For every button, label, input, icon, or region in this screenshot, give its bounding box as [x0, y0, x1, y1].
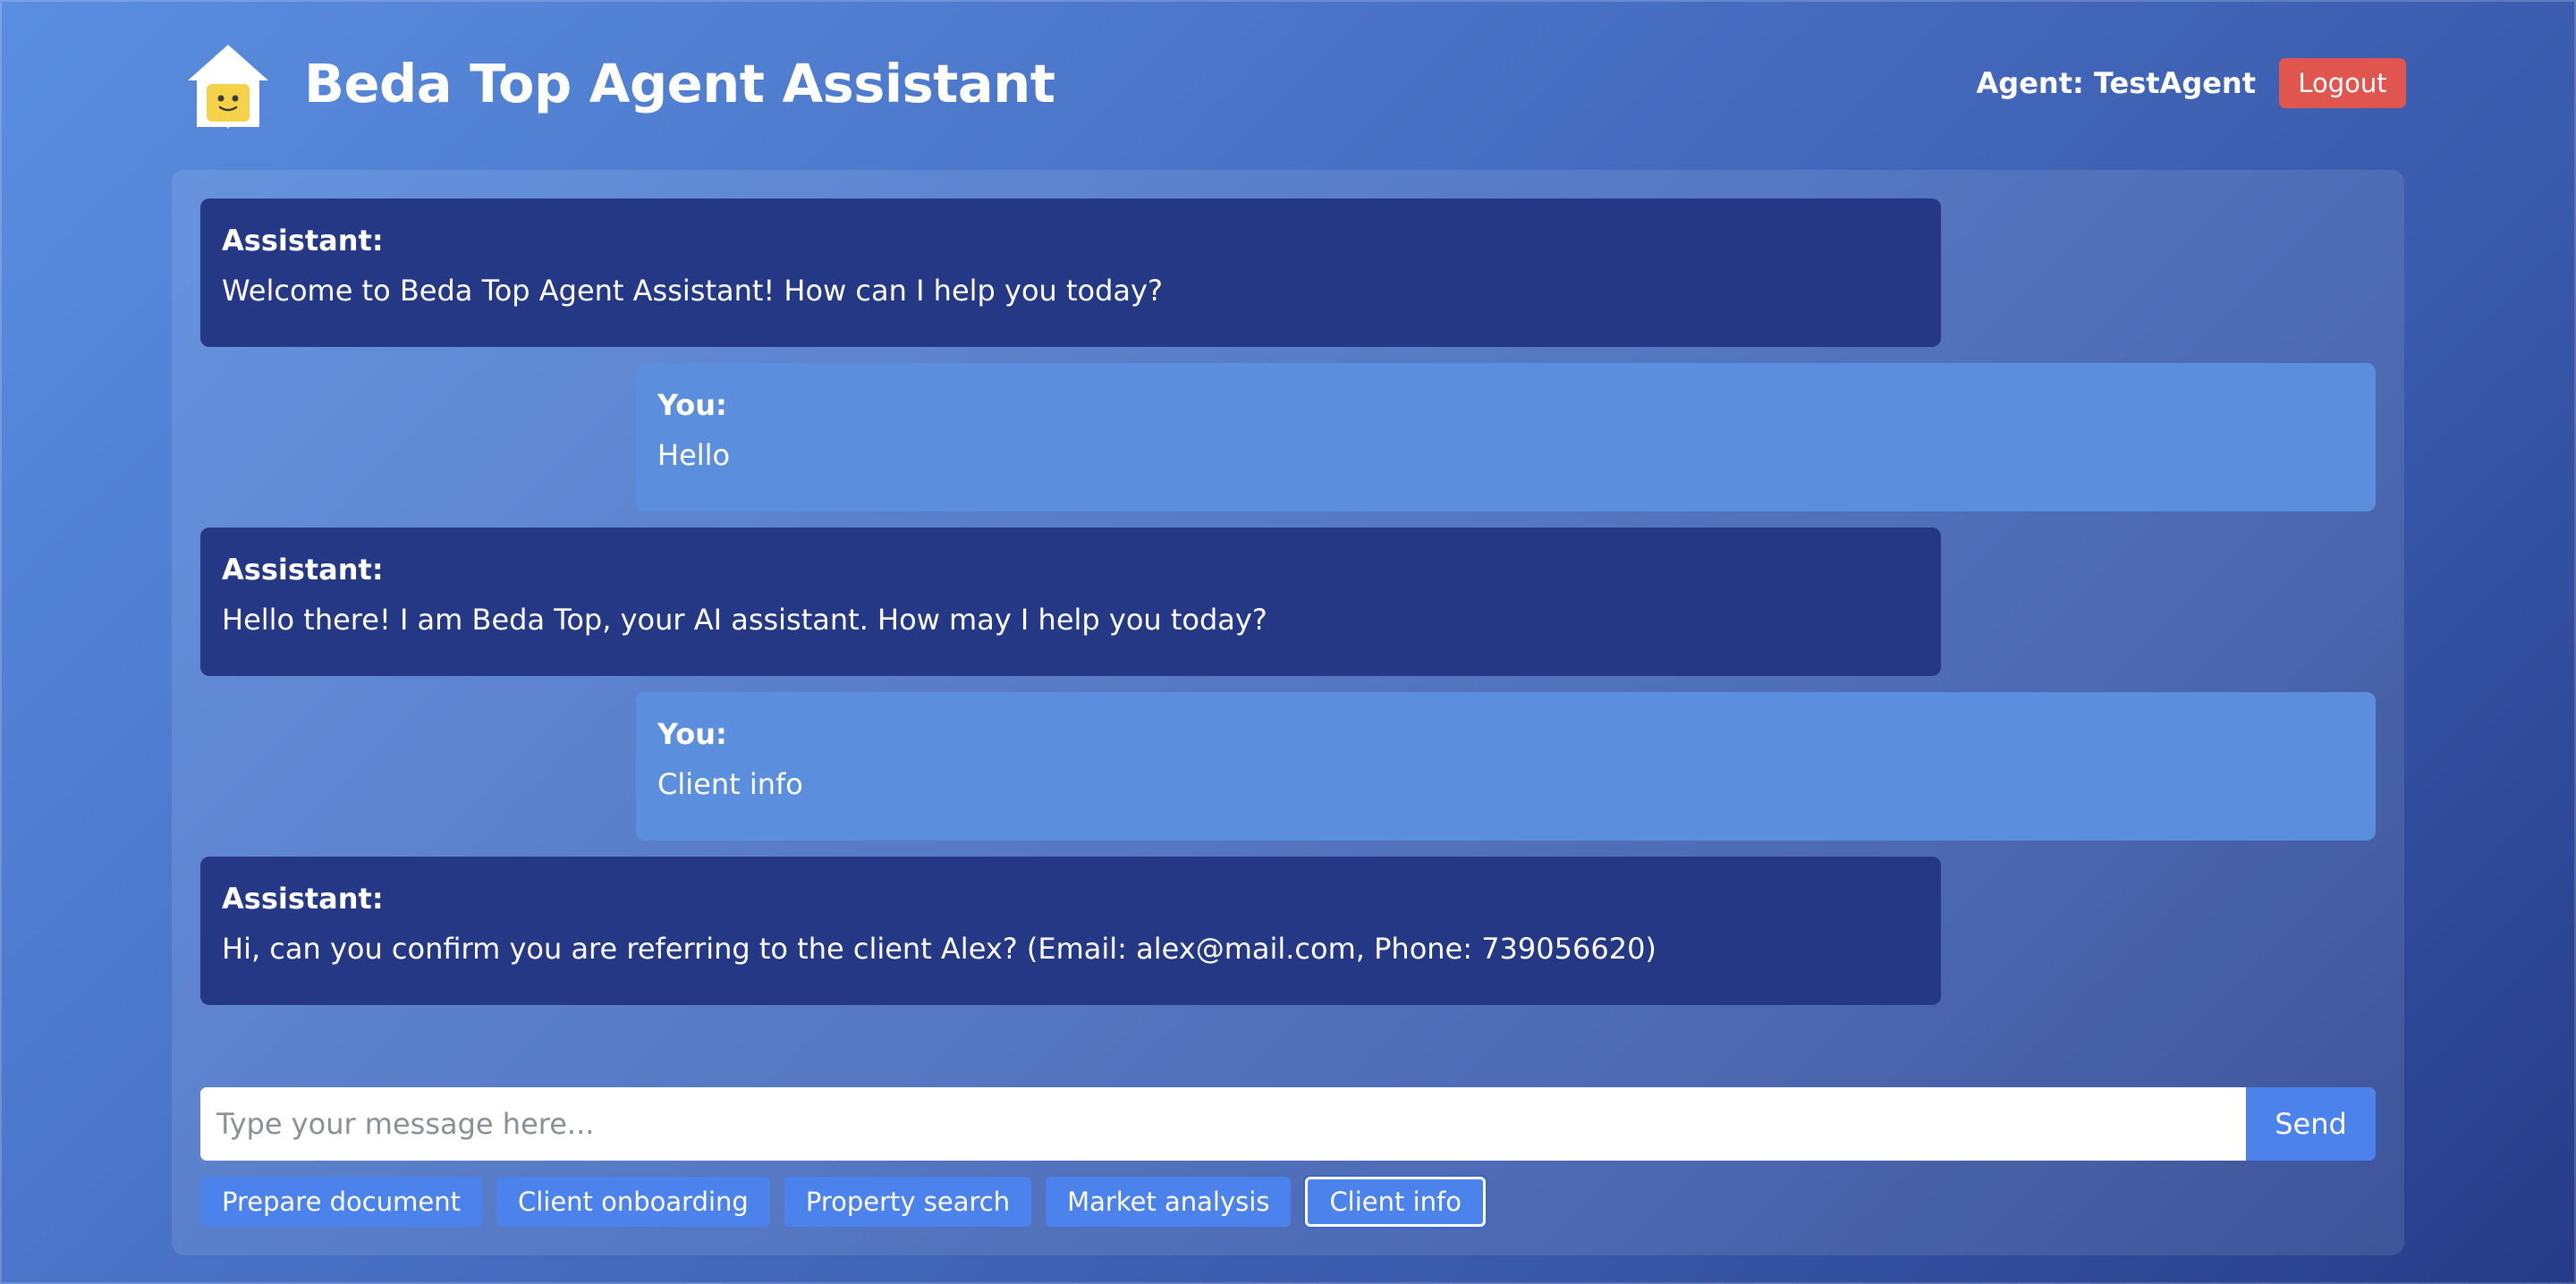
- message-text: Hi, can you confirm you are referring to…: [222, 932, 1657, 966]
- message-text: Welcome to Beda Top Agent Assistant! How…: [222, 274, 1163, 308]
- quick-action-client-info[interactable]: Client info: [1305, 1177, 1487, 1227]
- message-text: Hello: [657, 438, 731, 472]
- quick-action-client-onboarding[interactable]: Client onboarding: [496, 1177, 770, 1227]
- message-sender: Assistant:: [222, 553, 384, 587]
- assistant-message: Assistant: Welcome to Beda Top Agent Ass…: [200, 199, 1941, 347]
- message-sender: You:: [657, 388, 727, 422]
- app-title: Beda Top Agent Assistant: [304, 52, 1055, 114]
- composer: Send: [200, 1087, 2376, 1161]
- send-button[interactable]: Send: [2246, 1087, 2376, 1161]
- assistant-message: Assistant: Hello there! I am Beda Top, y…: [200, 528, 1941, 676]
- chat-panel: Assistant: Welcome to Beda Top Agent Ass…: [172, 170, 2404, 1255]
- quick-action-property-search[interactable]: Property search: [784, 1177, 1032, 1227]
- logout-button[interactable]: Logout: [2279, 58, 2406, 108]
- assistant-message: Assistant: Hi, can you confirm you are r…: [200, 857, 1941, 1005]
- quick-action-market-analysis[interactable]: Market analysis: [1046, 1177, 1292, 1227]
- user-message: You: Hello: [636, 363, 2376, 511]
- app-header: Beda Top Agent Assistant Agent: TestAgen…: [172, 27, 2406, 139]
- user-message: You: Client info: [636, 692, 2376, 841]
- brand: Beda Top Agent Assistant: [172, 27, 1055, 139]
- message-text: Client info: [657, 767, 803, 801]
- house-robot-icon: [188, 45, 268, 129]
- message-input[interactable]: [200, 1087, 2246, 1161]
- message-sender: Assistant:: [222, 224, 384, 258]
- agent-label: Agent: TestAgent: [1976, 66, 2256, 100]
- quick-actions: Prepare document Client onboarding Prope…: [200, 1177, 1500, 1227]
- message-sender: Assistant:: [222, 882, 384, 916]
- quick-action-prepare-document[interactable]: Prepare document: [200, 1177, 482, 1227]
- message-sender: You:: [657, 717, 727, 751]
- header-user-area: Agent: TestAgent Logout: [1977, 58, 2406, 108]
- message-text: Hello there! I am Beda Top, your AI assi…: [222, 603, 1267, 637]
